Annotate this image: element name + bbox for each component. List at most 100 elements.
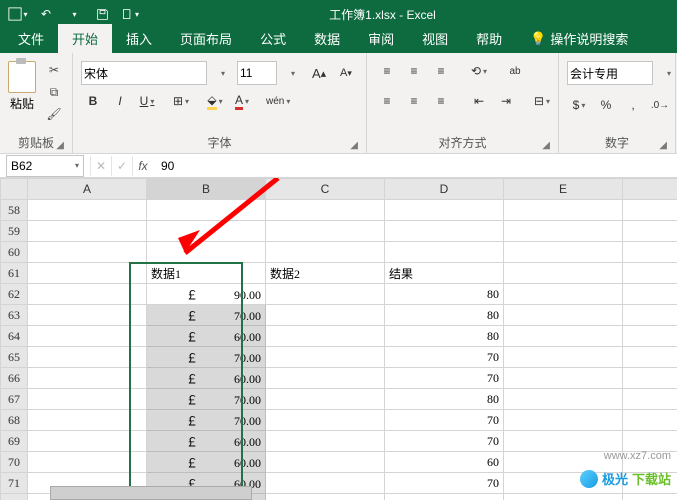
cell[interactable] <box>28 347 147 368</box>
cell[interactable] <box>28 326 147 347</box>
cell[interactable] <box>266 494 385 500</box>
cell[interactable]: 70 <box>385 347 504 368</box>
cell[interactable]: 80 <box>385 389 504 410</box>
cell[interactable]: 数据1 <box>147 263 266 284</box>
number-format-dropdown[interactable] <box>656 63 677 83</box>
font-dialog-launcher[interactable]: ◢ <box>350 140 358 151</box>
cell[interactable] <box>623 494 677 500</box>
cell[interactable]: 数据2 <box>266 263 385 284</box>
cell[interactable] <box>504 263 623 284</box>
font-size-select[interactable] <box>237 61 277 85</box>
cell[interactable] <box>504 242 623 263</box>
cell[interactable] <box>623 242 677 263</box>
font-name-select[interactable] <box>81 61 207 85</box>
col-header-C[interactable]: C <box>266 179 385 200</box>
cell[interactable] <box>266 200 385 221</box>
cell[interactable]: 80 <box>385 284 504 305</box>
col-header-B[interactable]: B <box>147 179 266 200</box>
cell[interactable] <box>266 347 385 368</box>
font-size-dropdown[interactable] <box>280 63 304 83</box>
cell[interactable] <box>504 368 623 389</box>
increase-indent-button[interactable]: ⇥ <box>494 91 518 111</box>
row-header-64[interactable]: 64 <box>1 326 28 347</box>
cell[interactable] <box>28 452 147 473</box>
cell[interactable] <box>266 431 385 452</box>
row-header-70[interactable]: 70 <box>1 452 28 473</box>
row-header-60[interactable]: 60 <box>1 242 28 263</box>
fill-color-button[interactable]: ⬙ <box>203 91 227 111</box>
cell[interactable]: 48 <box>385 494 504 500</box>
select-all-corner[interactable] <box>1 179 28 200</box>
cell[interactable]: ￡ 60.00 <box>147 368 266 389</box>
row-header-61[interactable]: 61 <box>1 263 28 284</box>
cell[interactable] <box>266 368 385 389</box>
cell[interactable] <box>28 284 147 305</box>
align-top-button[interactable]: ≡ <box>375 61 399 81</box>
cell[interactable]: ￡ 70.00 <box>147 389 266 410</box>
row-header-62[interactable]: 62 <box>1 284 28 305</box>
bold-button[interactable]: B <box>81 91 105 111</box>
cell[interactable] <box>623 305 677 326</box>
undo-menu[interactable] <box>62 3 86 25</box>
cell[interactable] <box>147 200 266 221</box>
shrink-font-button[interactable]: A▾ <box>334 63 358 83</box>
align-left-button[interactable]: ≡ <box>375 91 399 111</box>
orientation-button[interactable]: ⟲ <box>467 61 491 81</box>
row-header-68[interactable]: 68 <box>1 410 28 431</box>
save-button[interactable] <box>90 3 114 25</box>
cell[interactable] <box>266 242 385 263</box>
cell[interactable] <box>623 410 677 431</box>
number-format-select[interactable] <box>567 61 653 85</box>
cell[interactable] <box>147 242 266 263</box>
cell[interactable] <box>266 305 385 326</box>
format-painter-button[interactable]: 🖌 <box>44 105 64 123</box>
row-header-69[interactable]: 69 <box>1 431 28 452</box>
row-header-63[interactable]: 63 <box>1 305 28 326</box>
cut-button[interactable]: ✂ <box>44 61 64 79</box>
cell[interactable] <box>266 326 385 347</box>
row-header-66[interactable]: 66 <box>1 368 28 389</box>
cell[interactable] <box>623 431 677 452</box>
cell[interactable] <box>385 200 504 221</box>
row-header-58[interactable]: 58 <box>1 200 28 221</box>
cell[interactable] <box>504 410 623 431</box>
cell[interactable]: 70 <box>385 431 504 452</box>
cell[interactable]: ￡ 70.00 <box>147 410 266 431</box>
tab-formulas[interactable]: 公式 <box>246 24 300 53</box>
comma-format-button[interactable]: , <box>621 95 645 115</box>
cell[interactable] <box>28 200 147 221</box>
align-center-button[interactable]: ≡ <box>402 91 426 111</box>
cell[interactable]: ￡ 60.00 <box>147 326 266 347</box>
tell-me-search[interactable]: 💡操作说明搜索 <box>516 24 642 53</box>
cancel-button[interactable]: ✕ <box>90 156 111 176</box>
row-header-67[interactable]: 67 <box>1 389 28 410</box>
alignment-dialog-launcher[interactable]: ◢ <box>542 140 550 151</box>
row-header-72[interactable]: 72 <box>1 494 28 500</box>
cell[interactable]: ￡ 70.00 <box>147 305 266 326</box>
cell[interactable] <box>28 368 147 389</box>
number-dialog-launcher[interactable]: ◢ <box>659 140 667 151</box>
cell[interactable] <box>504 284 623 305</box>
cell[interactable] <box>623 200 677 221</box>
name-box[interactable]: B62 <box>6 155 84 177</box>
cell[interactable] <box>623 326 677 347</box>
cell[interactable] <box>504 494 623 500</box>
italic-button[interactable]: I <box>108 91 132 111</box>
border-button[interactable]: ⊞ <box>169 91 193 111</box>
col-header-E[interactable]: E <box>504 179 623 200</box>
cell[interactable] <box>28 263 147 284</box>
cell[interactable]: ￡ 60.00 <box>147 431 266 452</box>
tab-help[interactable]: 帮助 <box>462 24 516 53</box>
cell[interactable] <box>28 221 147 242</box>
undo-button[interactable]: ↶ <box>34 3 58 25</box>
worksheet-grid[interactable]: ABCDEF58596061数据1数据2结果62￡ 90.008063￡ 70.… <box>0 178 677 500</box>
row-header-65[interactable]: 65 <box>1 347 28 368</box>
cell[interactable]: ￡ 60.00 <box>147 452 266 473</box>
cell[interactable] <box>623 263 677 284</box>
percent-format-button[interactable]: % <box>594 95 618 115</box>
align-middle-button[interactable]: ≡ <box>402 61 426 81</box>
cell[interactable] <box>504 200 623 221</box>
cell[interactable] <box>266 473 385 494</box>
cell[interactable] <box>504 305 623 326</box>
align-right-button[interactable]: ≡ <box>429 91 453 111</box>
